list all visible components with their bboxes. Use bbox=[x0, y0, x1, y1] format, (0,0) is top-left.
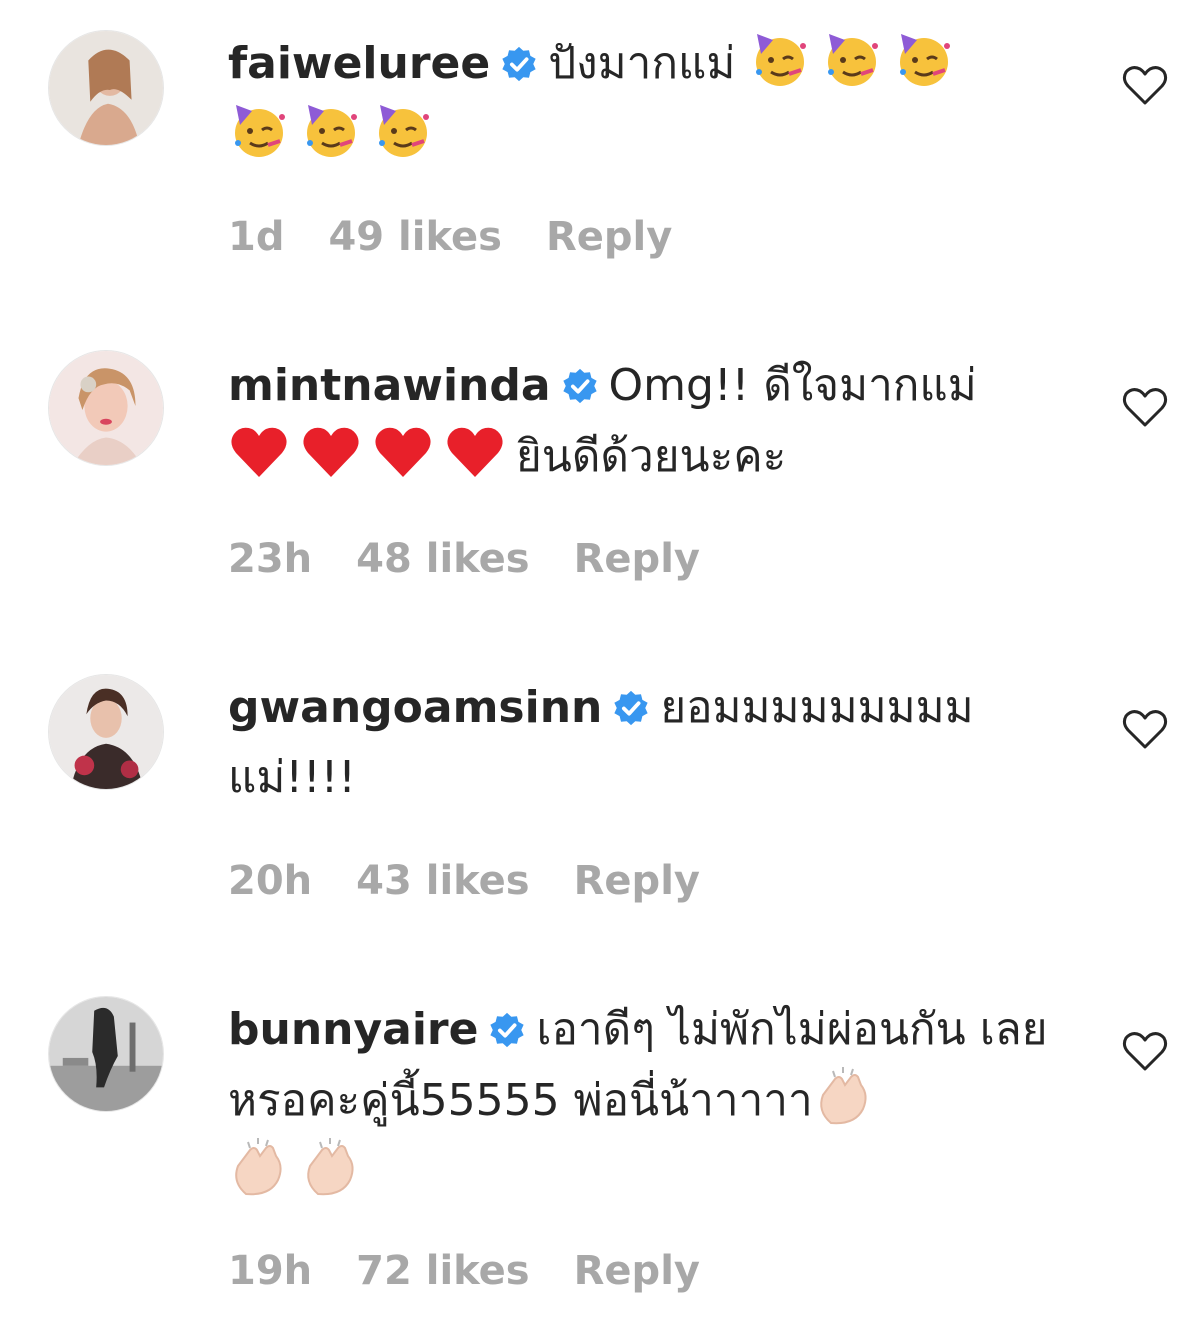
comment-message: ปังมากแม่ bbox=[548, 38, 736, 89]
comment-meta: 20h 43 likes Reply bbox=[228, 856, 744, 906]
comment-time[interactable]: 19h bbox=[228, 1248, 312, 1294]
username[interactable]: bunnyaire bbox=[228, 1004, 478, 1055]
partying-face-icon bbox=[300, 99, 362, 161]
like-count[interactable]: 43 likes bbox=[356, 858, 529, 904]
avatar[interactable] bbox=[48, 30, 164, 146]
comment-time[interactable]: 1d bbox=[228, 214, 284, 260]
verified-badge-icon bbox=[561, 367, 599, 405]
like-heart-icon[interactable] bbox=[1122, 708, 1168, 750]
reply-button[interactable]: Reply bbox=[574, 536, 700, 582]
like-count[interactable]: 72 likes bbox=[356, 1248, 529, 1294]
comment-text: faiweluree ปังมากแม่ bbox=[228, 28, 1048, 170]
username[interactable]: faiweluree bbox=[228, 38, 490, 89]
partying-face-icon bbox=[749, 28, 811, 90]
comment-text: mintnawinda Omg!! ดีใจมากแม่ ยินดีด้วยนะค… bbox=[228, 351, 1048, 492]
partying-face-icon bbox=[372, 99, 434, 161]
comment-time[interactable]: 23h bbox=[228, 536, 312, 582]
comment-message-continued: ยินดีด้วยนะคะ bbox=[516, 431, 787, 482]
clapping-hands-icon bbox=[300, 1136, 362, 1198]
comment-time[interactable]: 20h bbox=[228, 858, 312, 904]
reply-button[interactable]: Reply bbox=[574, 858, 700, 904]
username[interactable]: gwangoamsinn bbox=[228, 682, 602, 733]
comment-meta: 23h 48 likes Reply bbox=[228, 534, 744, 584]
clapping-hands-icon bbox=[228, 1136, 290, 1198]
reply-button[interactable]: Reply bbox=[574, 1248, 700, 1294]
verified-badge-icon bbox=[488, 1011, 526, 1049]
comment-meta: 1d 49 likes Reply bbox=[228, 212, 716, 262]
like-heart-icon[interactable] bbox=[1122, 386, 1168, 428]
partying-face-icon bbox=[821, 28, 883, 90]
red-heart-icon bbox=[444, 421, 506, 483]
partying-face-icon bbox=[228, 99, 290, 161]
comment-text: gwangoamsinn ยอมมมมมมมมม แม่!!!! bbox=[228, 673, 1048, 813]
avatar[interactable] bbox=[48, 996, 164, 1112]
verified-badge-icon bbox=[612, 689, 650, 727]
reply-button[interactable]: Reply bbox=[546, 214, 672, 260]
red-heart-icon bbox=[300, 421, 362, 483]
partying-face-icon bbox=[893, 28, 955, 90]
red-heart-icon bbox=[372, 421, 434, 483]
red-heart-icon bbox=[228, 421, 290, 483]
like-count[interactable]: 48 likes bbox=[356, 536, 529, 582]
avatar[interactable] bbox=[48, 674, 164, 790]
username[interactable]: mintnawinda bbox=[228, 360, 551, 411]
comment-meta: 19h 72 likes Reply bbox=[228, 1246, 744, 1296]
clapping-hands-icon bbox=[813, 1065, 875, 1127]
verified-badge-icon bbox=[500, 45, 538, 83]
avatar[interactable] bbox=[48, 350, 164, 466]
comment-message: Omg!! ดีใจมากแม่ bbox=[608, 360, 977, 411]
like-count[interactable]: 49 likes bbox=[328, 214, 501, 260]
like-heart-icon[interactable] bbox=[1122, 1030, 1168, 1072]
comment-text: bunnyaire เอาดีๆ ไม่พักไม่ผ่อนกัน เลยหรอค… bbox=[228, 995, 1048, 1207]
like-heart-icon[interactable] bbox=[1122, 64, 1168, 106]
